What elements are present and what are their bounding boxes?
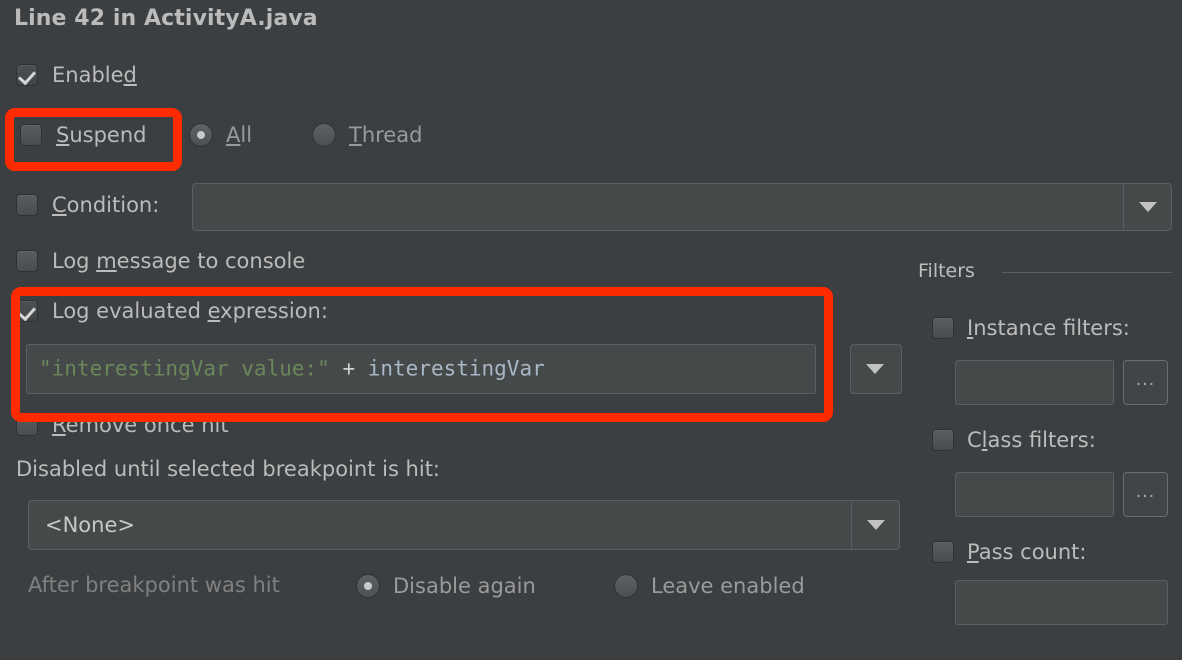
suspend-all-radio[interactable] (189, 123, 213, 147)
log-expression-label: Log evaluated expression: (52, 298, 328, 323)
class-filters-checkbox-row[interactable]: Class filters: (932, 429, 1096, 451)
leave-enabled-label: Leave enabled (651, 573, 805, 598)
leave-enabled-radio-row[interactable]: Leave enabled (614, 574, 805, 598)
class-filters-label: Class filters: (967, 427, 1096, 452)
pass-count-checkbox-row[interactable]: Pass count: (932, 541, 1086, 563)
after-breakpoint-hit-label: After breakpoint was hit (28, 573, 280, 597)
enabled-checkbox-row[interactable]: Enabled (16, 64, 137, 86)
condition-checkbox[interactable] (16, 194, 38, 216)
suspend-thread-label: Thread (349, 122, 423, 147)
suspend-thread-radio-row[interactable]: Thread (312, 123, 422, 147)
pass-count-input[interactable] (955, 580, 1168, 625)
condition-chevron-down-icon[interactable] (1123, 184, 1171, 230)
suspend-label: Suspend (56, 122, 147, 147)
remove-once-hit-checkbox[interactable] (16, 414, 38, 436)
class-filters-browse-button[interactable]: ... (1123, 472, 1168, 517)
disabled-until-combobox[interactable]: <None> (28, 500, 900, 550)
suspend-checkbox[interactable] (20, 124, 42, 146)
disable-again-label: Disable again (393, 573, 536, 598)
enabled-label: Enabled (52, 62, 137, 87)
instance-filters-input[interactable] (955, 360, 1114, 405)
filters-section-divider (1002, 272, 1172, 273)
expression-token-identifier: interestingVar (367, 356, 545, 381)
enabled-checkbox[interactable] (16, 64, 38, 86)
log-expression-checkbox[interactable] (16, 300, 38, 322)
log-expression-checkbox-row[interactable]: Log evaluated expression: (16, 300, 328, 322)
class-filters-checkbox[interactable] (932, 429, 954, 451)
breakpoint-properties-dialog: Line 42 in ActivityA.java Enabled Suspen… (0, 0, 1182, 660)
log-message-label: Log message to console (52, 248, 306, 273)
log-message-checkbox-row[interactable]: Log message to console (16, 250, 305, 272)
log-expression-text: "interestingVar value:" + interestingVar (39, 356, 545, 381)
condition-combobox[interactable] (192, 183, 1172, 231)
log-message-checkbox[interactable] (16, 250, 38, 272)
suspend-all-label: All (226, 122, 253, 147)
instance-filters-label: Instance filters: (967, 315, 1130, 340)
condition-label: Condition: (52, 192, 160, 217)
page-title: Line 42 in ActivityA.java (14, 6, 318, 31)
condition-checkbox-row[interactable]: Condition: (16, 194, 159, 216)
disabled-until-selected-value: <None> (45, 513, 135, 537)
disabled-until-chevron-down-icon[interactable] (851, 501, 899, 549)
filters-section-title: Filters (918, 260, 975, 282)
remove-once-hit-checkbox-row[interactable]: Remove once hit (16, 414, 229, 436)
instance-filters-checkbox[interactable] (932, 317, 954, 339)
remove-once-hit-label: Remove once hit (52, 412, 229, 437)
disable-again-radio[interactable] (356, 574, 380, 598)
log-expression-editor[interactable]: "interestingVar value:" + interestingVar (26, 344, 816, 394)
log-expression-chevron-down-icon[interactable] (849, 345, 901, 393)
pass-count-checkbox[interactable] (932, 541, 954, 563)
suspend-thread-radio[interactable] (312, 123, 336, 147)
instance-filters-checkbox-row[interactable]: Instance filters: (932, 317, 1130, 339)
leave-enabled-radio[interactable] (614, 574, 638, 598)
class-filters-input[interactable] (955, 472, 1114, 517)
disable-again-radio-row[interactable]: Disable again (356, 574, 536, 598)
suspend-checkbox-row[interactable]: Suspend (20, 124, 146, 146)
suspend-all-radio-row[interactable]: All (189, 123, 252, 147)
log-expression-combobox-button[interactable] (850, 344, 902, 394)
expression-token-operator: + (329, 356, 368, 381)
pass-count-label: Pass count: (967, 539, 1087, 564)
disabled-until-label: Disabled until selected breakpoint is hi… (16, 457, 441, 481)
instance-filters-browse-button[interactable]: ... (1123, 360, 1168, 405)
expression-token-string: "interestingVar value:" (39, 356, 330, 381)
